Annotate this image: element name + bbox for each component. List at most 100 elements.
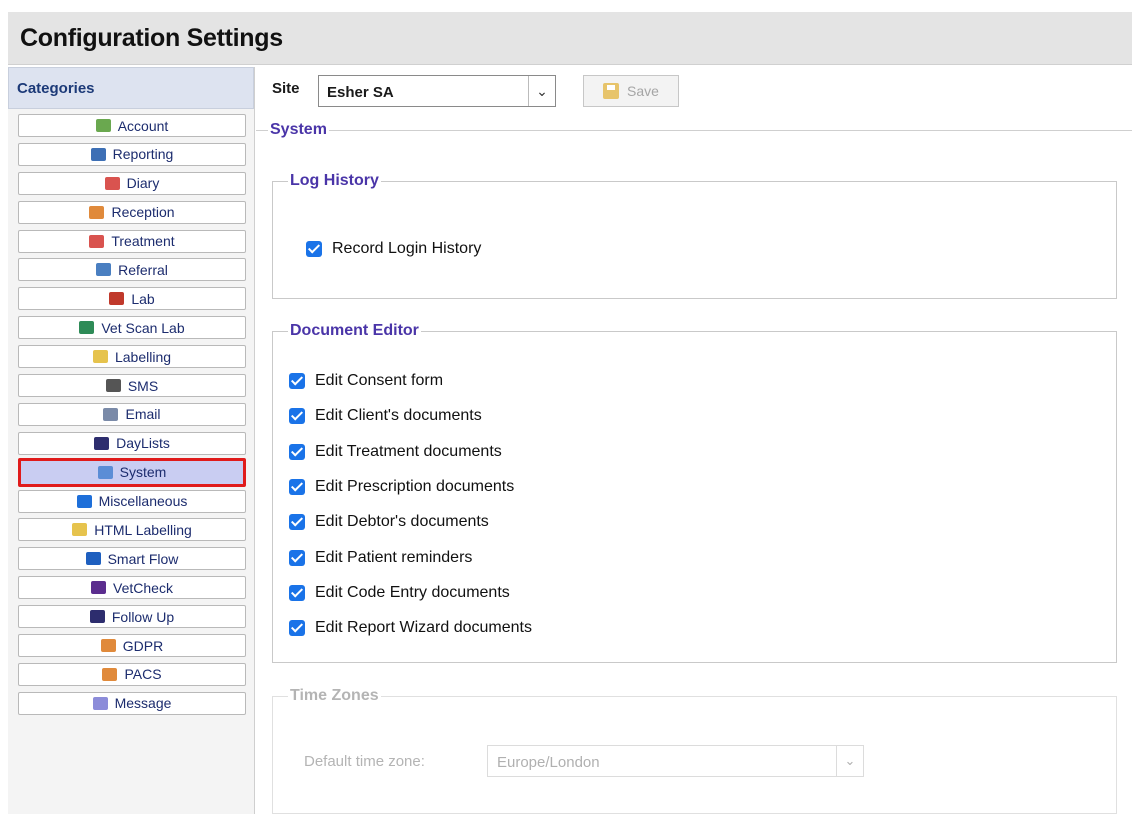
time-zones-title: Time Zones [288,687,381,705]
checkbox-checked-icon[interactable] [289,549,305,566]
pacs-icon [102,667,118,681]
site-select-value: Esher SA [327,84,394,101]
sidebar-item-label: Referral [118,261,168,278]
checkbox-checked-icon[interactable] [289,514,305,531]
sidebar-item-label: VetCheck [113,579,173,596]
reporting-icon [90,147,106,161]
document-editor-title: Document Editor [288,322,421,340]
sidebar-item-label: Labelling [114,348,172,365]
section-divider [256,130,1132,131]
checkbox-label: Edit Prescription documents [315,477,515,495]
save-button[interactable]: Save [583,75,679,107]
document-editor-checkbox[interactable]: Edit Consent form [289,372,443,390]
checkbox-label: Edit Report Wizard documents [315,619,532,637]
checkbox-label: Record Login History [332,240,482,257]
sidebar-item-label: Vet Scan Lab [101,319,185,336]
info-icon [76,494,92,508]
sidebar-item-label: HTML Labelling [94,521,192,538]
vetscan-icon [79,321,95,335]
document-editor-checkbox[interactable]: Edit Code Entry documents [289,584,510,602]
sidebar-item-diary[interactable]: Diary [18,171,246,195]
checkbox-label: Edit Debtor's documents [315,513,489,531]
sidebar-item-system[interactable]: System [18,457,246,487]
sidebar-item-label: Miscellaneous [98,493,188,510]
sidebar-item-label: Follow Up [111,608,175,625]
floppy-disk-icon [603,83,620,99]
record-login-history-checkbox[interactable]: Record Login History [306,240,481,258]
sidebar-item-label: Treatment [111,233,175,250]
checkbox-checked-icon[interactable] [289,408,305,425]
document-editor-checkbox[interactable]: Edit Report Wizard documents [289,619,532,637]
checkbox-label: Edit Client's documents [315,407,482,425]
sidebar-item-referral[interactable]: Referral [18,258,246,282]
sidebar-item-message[interactable]: Message [18,691,246,715]
document-editor-checkbox[interactable]: Edit Patient reminders [289,549,472,567]
sidebar-item-label: Message [114,695,172,712]
calendar-icon [104,176,120,190]
sidebar-item-account[interactable]: Account [18,114,246,137]
sidebar-item-miscellaneous[interactable]: Miscellaneous [18,489,246,513]
sidebar-item-vet-scan-lab[interactable]: Vet Scan Lab [18,316,246,340]
section-title: System [268,121,329,139]
chevron-down-icon[interactable]: ⌄ [836,746,863,776]
sidebar-item-label: Lab [131,290,155,307]
followup-icon [89,610,105,624]
sidebar-item-reception[interactable]: Reception [18,200,246,224]
checkbox-checked-icon[interactable] [289,620,305,637]
sidebar-item-label: Reception [111,204,175,221]
time-zone-label: Default time zone: [304,753,425,770]
sidebar-item-lab[interactable]: Lab [18,287,246,311]
sidebar-item-daylists[interactable]: DayLists [18,431,246,455]
checkbox-checked-icon[interactable] [289,443,305,460]
html-label-icon [72,523,88,537]
site-select[interactable]: Esher SA ⌄ [318,75,556,107]
checkbox-label: Edit Consent form [315,372,444,389]
document-editor-checkbox[interactable]: Edit Client's documents [289,407,482,425]
sidebar-item-label: DayLists [116,435,170,452]
referral-icon [96,263,112,277]
sidebar-item-label: Smart Flow [107,550,179,567]
sidebar-item-vetcheck[interactable]: VetCheck [18,576,246,600]
checkbox-checked-icon[interactable] [289,478,305,495]
document-editor-checkbox[interactable]: Edit Treatment documents [289,443,502,461]
checkbox-checked-icon[interactable] [289,584,305,601]
label-icon [92,350,108,364]
sidebar-item-smart-flow[interactable]: Smart Flow [18,547,246,571]
vetcheck-icon [91,581,107,595]
message-icon [92,696,108,710]
sidebar-item-label: Diary [126,175,160,192]
sidebar-item-email[interactable]: Email [18,402,246,426]
phone-icon [105,379,121,393]
sidebar-item-label: PACS [124,666,162,683]
document-editor-checkbox[interactable]: Edit Debtor's documents [289,513,489,531]
sidebar-item-pacs[interactable]: PACS [18,662,246,686]
document-editor-checkbox[interactable]: Edit Prescription documents [289,478,514,496]
checkbox-checked-icon[interactable] [289,373,305,389]
sidebar-item-sms[interactable]: SMS [18,374,246,398]
checkbox-label: Edit Patient reminders [315,548,473,566]
checkbox-label: Edit Code Entry documents [315,583,510,601]
categories-header: Categories [8,67,254,109]
list-icon [94,436,110,450]
sidebar-item-follow-up[interactable]: Follow Up [18,605,246,629]
time-zone-select[interactable]: Europe/London ⌄ [487,745,864,777]
checkbox-checked-icon[interactable] [306,241,322,257]
account-icon [95,119,111,132]
sidebar-item-label: GDPR [122,637,164,654]
window-title: Configuration Settings [20,24,283,52]
smartflow-icon [85,552,101,566]
categories-header-label: Categories [17,80,95,97]
gdpr-icon [100,639,116,653]
title-bar: Configuration Settings [8,12,1132,65]
sidebar-item-gdpr[interactable]: GDPR [18,634,246,658]
sidebar-item-reporting[interactable]: Reporting [18,142,246,166]
sidebar-item-treatment[interactable]: Treatment [18,229,246,253]
checkbox-label: Edit Treatment documents [315,442,502,460]
sidebar-item-labelling[interactable]: Labelling [18,345,246,369]
treatment-icon [89,234,105,248]
sidebar-item-label: System [119,464,167,481]
log-history-title: Log History [288,172,381,190]
categories-list: Account Reporting Diary Reception Treatment R… [18,114,246,721]
chevron-down-icon[interactable]: ⌄ [528,76,555,106]
sidebar-item-html-labelling[interactable]: HTML Labelling [18,518,246,542]
